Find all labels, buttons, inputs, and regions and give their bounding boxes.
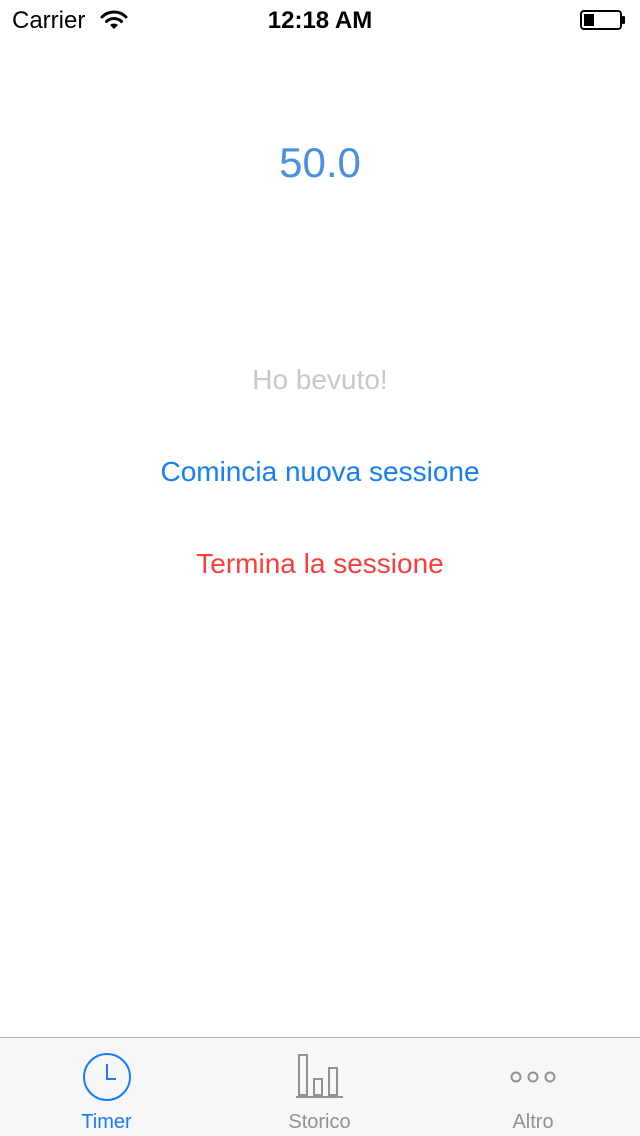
timer-value: 50.0 <box>279 139 361 186</box>
tab-bar: Timer Storico Altro <box>0 1037 640 1136</box>
tab-altro[interactable]: Altro <box>426 1038 640 1136</box>
status-time: 12:18 AM <box>267 7 373 34</box>
end-session-button[interactable]: Termina la sessione <box>0 546 640 582</box>
status-bar: Carrier 12:18 AM <box>0 0 640 40</box>
tab-label: Timer <box>81 1111 132 1133</box>
tab-label: Altro <box>512 1111 554 1133</box>
bar-chart-icon <box>295 1052 345 1107</box>
tab-storico[interactable]: Storico <box>213 1038 426 1136</box>
battery-icon <box>580 10 626 30</box>
tab-timer[interactable]: Timer <box>0 1038 213 1136</box>
drank-button[interactable]: Ho bevuto! <box>0 362 640 398</box>
start-session-button[interactable]: Comincia nuova sessione <box>0 454 640 490</box>
more-icon <box>508 1052 558 1107</box>
clock-icon <box>82 1052 132 1107</box>
tab-label: Storico <box>288 1111 351 1133</box>
